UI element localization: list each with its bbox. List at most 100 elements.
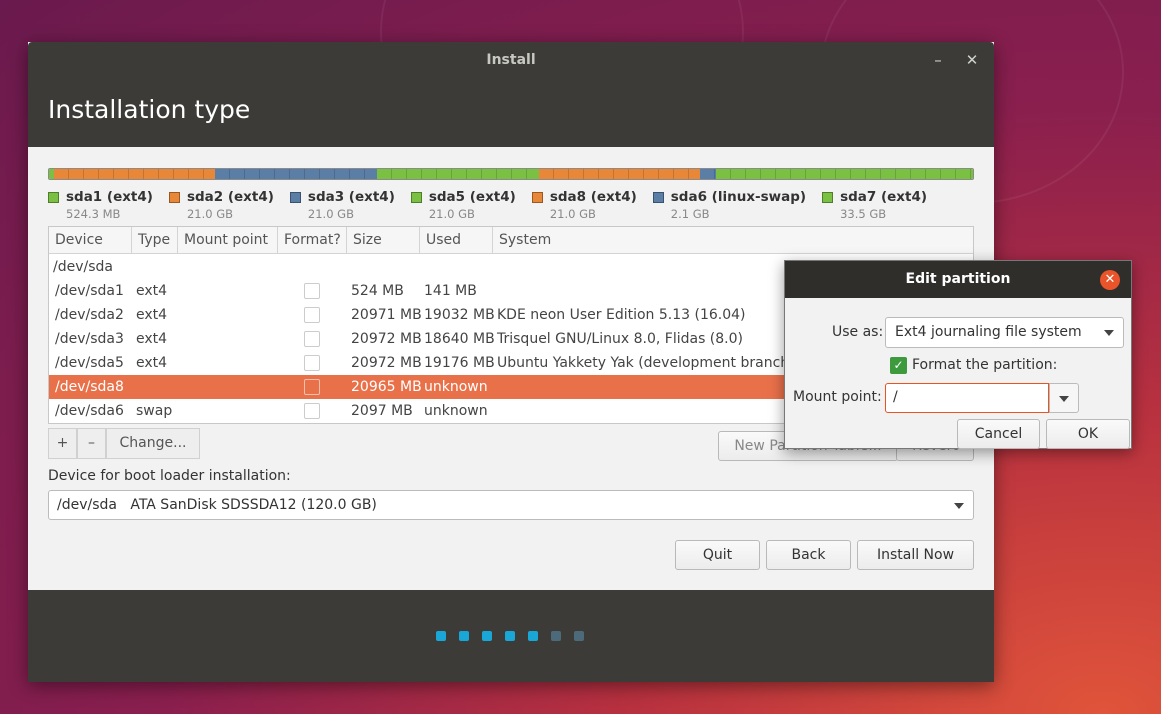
- size-cell: 524 MB: [351, 283, 404, 299]
- partition-bar: [48, 168, 974, 180]
- progress-dot: [505, 631, 515, 641]
- type-cell: ext4: [136, 355, 168, 371]
- legend-size: 21.0 GB: [549, 207, 596, 221]
- progress-dot: [551, 631, 561, 641]
- back-button[interactable]: Back: [766, 540, 851, 570]
- format-checkbox[interactable]: [304, 283, 320, 299]
- system-cell: Ubuntu Yakkety Yak (development branch): [497, 355, 795, 371]
- mount-point-dropdown[interactable]: [1049, 383, 1079, 413]
- partition-seg-sda8: [538, 169, 701, 179]
- legend-size: 21.0 GB: [186, 207, 234, 221]
- legend-item: sda8 (ext4) 21.0 GB: [531, 189, 637, 221]
- type-cell: ext4: [136, 283, 168, 299]
- legend-size: 21.0 GB: [307, 207, 354, 221]
- legend-item: sda5 (ext4) 21.0 GB: [410, 189, 516, 221]
- boot-loader-select[interactable]: /dev/sda ATA SanDisk SDSSDA12 (120.0 GB): [48, 490, 974, 520]
- legend-swatch: [531, 191, 543, 203]
- quit-button[interactable]: Quit: [675, 540, 760, 570]
- column-header-size[interactable]: Size: [347, 227, 420, 253]
- partition-legend: sda1 (ext4) 524.3 MB sda2 (ext4) 21.0 GB…: [48, 189, 943, 221]
- column-header-mount[interactable]: Mount point: [178, 227, 278, 253]
- type-cell: swap: [136, 403, 173, 419]
- format-checkbox[interactable]: [304, 355, 320, 371]
- ok-button[interactable]: OK: [1046, 419, 1130, 449]
- column-header-system[interactable]: System: [493, 227, 973, 253]
- partition-seg-sda5: [376, 169, 539, 179]
- legend-label: sda8 (ext4): [549, 189, 637, 205]
- close-icon[interactable]: ✕: [1100, 270, 1120, 290]
- partition-seg-sda3: [215, 169, 377, 179]
- use-as-label: Use as:: [832, 324, 884, 340]
- legend-label: sda7 (ext4): [840, 189, 928, 205]
- legend-size: 524.3 MB: [66, 207, 121, 221]
- remove-partition-button[interactable]: –: [77, 428, 106, 459]
- boot-loader-value: /dev/sda ATA SanDisk SDSSDA12 (120.0 GB): [57, 497, 377, 513]
- column-header-device[interactable]: Device: [49, 227, 132, 253]
- legend-swatch: [822, 191, 834, 203]
- device-cell: /dev/sda5: [55, 355, 124, 371]
- legend-item: sda7 (ext4) 33.5 GB: [822, 189, 927, 221]
- format-checkbox[interactable]: [304, 307, 320, 323]
- size-cell: 20972 MB: [351, 331, 422, 347]
- install-now-button[interactable]: Install Now: [857, 540, 974, 570]
- page-title: Installation type: [48, 95, 251, 124]
- chevron-down-icon: [1059, 396, 1069, 402]
- minimize-icon[interactable]: –: [928, 50, 948, 70]
- add-partition-button[interactable]: +: [48, 428, 77, 459]
- type-cell: ext4: [136, 331, 168, 347]
- close-icon[interactable]: ✕: [962, 50, 982, 70]
- dialog-title: Edit partition: [785, 261, 1131, 298]
- device-cell: /dev/sda6: [55, 403, 124, 419]
- format-checkbox[interactable]: [304, 379, 320, 395]
- progress-dot: [459, 631, 469, 641]
- used-cell: 19176 MB: [424, 355, 495, 371]
- progress-dot: [482, 631, 492, 641]
- size-cell: 2097 MB: [351, 403, 413, 419]
- format-checkbox[interactable]: [304, 403, 320, 419]
- format-label[interactable]: Format the partition:: [912, 357, 1057, 373]
- cancel-button[interactable]: Cancel: [957, 419, 1040, 449]
- column-header-used[interactable]: Used: [420, 227, 493, 253]
- used-cell: 141 MB: [424, 283, 477, 299]
- used-cell: 18640 MB: [424, 331, 495, 347]
- legend-label: sda3 (ext4): [307, 189, 395, 205]
- window-titlebar[interactable]: Install – ✕: [28, 42, 994, 78]
- legend-label: sda6 (linux-swap): [670, 189, 807, 205]
- legend-item: sda2 (ext4) 21.0 GB: [168, 189, 274, 221]
- legend-swatch: [289, 191, 301, 203]
- legend-swatch: [652, 191, 664, 203]
- legend-label: sda1 (ext4): [66, 189, 153, 205]
- column-header-type[interactable]: Type: [132, 227, 178, 253]
- legend-size: 2.1 GB: [670, 207, 710, 221]
- format-checkbox[interactable]: ✓: [890, 357, 907, 374]
- device-cell: /dev/sda8: [55, 379, 124, 395]
- legend-item: sda6 (linux-swap) 2.1 GB: [652, 189, 807, 221]
- used-cell: unknown: [424, 379, 488, 395]
- legend-swatch: [168, 191, 180, 203]
- legend-size: 33.5 GB: [840, 207, 887, 221]
- change-partition-button[interactable]: Change...: [106, 428, 200, 459]
- legend-label: sda2 (ext4): [186, 189, 274, 205]
- progress-footer: [28, 590, 994, 682]
- device-cell: /dev/sda2: [55, 307, 124, 323]
- table-header: Device Type Mount point Format? Size Use…: [49, 227, 973, 254]
- type-cell: ext4: [136, 307, 168, 323]
- use-as-select[interactable]: Ext4 journaling file system: [885, 317, 1124, 348]
- device-cell: /dev/sda3: [55, 331, 124, 347]
- progress-dot: [528, 631, 538, 641]
- legend-swatch: [410, 191, 422, 203]
- format-checkbox[interactable]: [304, 331, 320, 347]
- legend-swatch: [48, 191, 59, 203]
- column-header-format[interactable]: Format?: [278, 227, 347, 253]
- partition-seg-sda2: [53, 169, 216, 179]
- system-cell: KDE neon User Edition 5.13 (16.04): [497, 307, 746, 323]
- size-cell: 20965 MB: [351, 379, 422, 395]
- used-cell: unknown: [424, 403, 488, 419]
- legend-size: 21.0 GB: [428, 207, 475, 221]
- chevron-down-icon: [1104, 330, 1114, 336]
- size-cell: 20972 MB: [351, 355, 422, 371]
- legend-item: sda3 (ext4) 21.0 GB: [289, 189, 395, 221]
- edit-partition-dialog: Edit partition ✕ Use as: Ext4 journaling…: [784, 260, 1132, 449]
- mount-point-input[interactable]: /: [885, 383, 1049, 413]
- chevron-down-icon: [954, 503, 964, 509]
